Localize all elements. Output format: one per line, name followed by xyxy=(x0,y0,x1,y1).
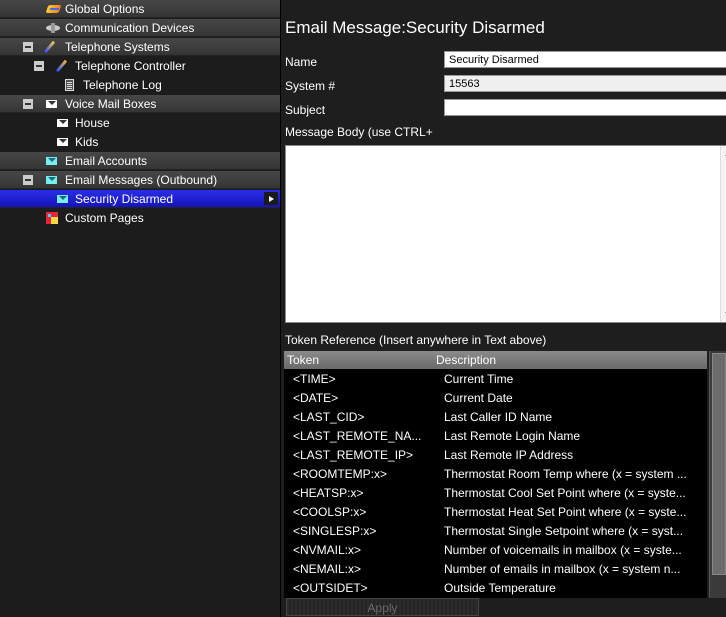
tree-item-security-disarmed[interactable]: Security Disarmed xyxy=(0,190,280,208)
table-row[interactable]: <DATE> Current Date xyxy=(284,389,707,408)
system-number-label: System # xyxy=(285,79,336,93)
name-label: Name xyxy=(285,55,318,69)
description-cell: Thermostat Single Setpoint where (x = sy… xyxy=(444,524,684,538)
envelope-icon xyxy=(46,176,57,184)
tree-item-email-accounts[interactable]: Email Accounts xyxy=(0,152,280,170)
navigation-tree: Global Options Communication Devices Tel… xyxy=(0,0,280,617)
table-row[interactable]: <LAST_REMOTE_IP> Last Remote IP Address xyxy=(284,446,707,465)
tree-item-global-options[interactable]: Global Options xyxy=(0,0,280,18)
table-row[interactable]: <HEATSP:x> Thermostat Cool Set Point whe… xyxy=(284,484,707,503)
description-cell: Current Date xyxy=(444,391,513,405)
tree-item-label: Security Disarmed xyxy=(75,192,174,206)
message-body-scrollbar[interactable] xyxy=(720,146,726,322)
tree-item-label: Global Options xyxy=(65,2,145,16)
telephone-icon xyxy=(55,60,67,72)
collapse-icon[interactable] xyxy=(23,175,33,185)
play-arrow-icon xyxy=(269,196,274,202)
tree-item-label: Telephone Log xyxy=(83,78,162,92)
envelope-icon xyxy=(57,195,68,203)
tree-item-label: Email Accounts xyxy=(65,154,148,168)
description-cell: Last Caller ID Name xyxy=(444,410,553,424)
description-cell: Last Remote IP Address xyxy=(444,448,574,462)
system-number-field[interactable]: 15563 xyxy=(444,75,726,92)
context-menu-button[interactable] xyxy=(264,192,278,205)
tree-item-label: Telephone Controller xyxy=(75,59,186,73)
table-row[interactable]: <OUTSIDET> Outside Temperature xyxy=(284,579,707,598)
token-cell: <SINGLESP:x> xyxy=(293,524,377,538)
token-table: Token Description <TIME> Current Time <D… xyxy=(284,351,707,598)
message-body-textarea[interactable] xyxy=(285,145,726,323)
collapse-icon[interactable] xyxy=(23,99,33,109)
token-reference-heading: Token Reference (Insert anywhere in Text… xyxy=(285,333,547,347)
tree-item-custom-pages[interactable]: Custom Pages xyxy=(0,209,280,227)
table-row[interactable]: <TIME> Current Time xyxy=(284,370,707,389)
telephone-icon xyxy=(43,41,55,53)
collapse-icon[interactable] xyxy=(34,61,44,71)
tree-item-telephone-systems[interactable]: Telephone Systems xyxy=(0,38,280,56)
collapse-icon[interactable] xyxy=(23,42,33,52)
token-cell: <LAST_CID> xyxy=(293,410,365,424)
name-field[interactable]: Security Disarmed xyxy=(444,51,726,68)
envelope-icon xyxy=(57,119,68,127)
table-row[interactable]: <LAST_CID> Last Caller ID Name xyxy=(284,408,707,427)
table-row[interactable]: <NVMAIL:x> Number of voicemails in mailb… xyxy=(284,541,707,560)
token-cell: <NEMAIL:x> xyxy=(293,562,362,576)
description-cell: Thermostat Room Temp where (x = system .… xyxy=(444,467,687,481)
description-cell: Last Remote Login Name xyxy=(444,429,581,443)
page-title: Email Message:Security Disarmed xyxy=(285,18,545,37)
tree-item-label: Custom Pages xyxy=(65,211,144,225)
message-body-label: Message Body (use CTRL+ xyxy=(285,125,433,139)
tree-item-label: Kids xyxy=(75,135,99,149)
description-cell: Number of voicemails in mailbox (x = sys… xyxy=(444,543,682,557)
token-cell: <COOLSP:x> xyxy=(293,505,367,519)
description-cell: Outside Temperature xyxy=(444,581,556,595)
description-cell: Number of emails in mailbox (x = system … xyxy=(444,562,681,576)
apply-button[interactable]: Apply xyxy=(286,598,479,616)
tree-item-kids[interactable]: Kids xyxy=(0,133,280,151)
token-cell: <DATE> xyxy=(293,391,339,405)
subject-label: Subject xyxy=(285,103,326,117)
tree-item-house[interactable]: House xyxy=(0,114,280,132)
token-cell: <HEATSP:x> xyxy=(293,486,364,500)
table-row[interactable]: <SINGLESP:x> Thermostat Single Setpoint … xyxy=(284,522,707,541)
tree-item-label: Voice Mail Boxes xyxy=(65,97,157,111)
token-cell: <NVMAIL:x> xyxy=(293,543,362,557)
token-cell: <TIME> xyxy=(293,372,336,386)
envelope-icon xyxy=(57,138,68,146)
tree-item-voice-mail-boxes[interactable]: Voice Mail Boxes xyxy=(0,95,280,113)
table-row[interactable]: <ROOMTEMP:x> Thermostat Room Temp where … xyxy=(284,465,707,484)
tree-item-communication-devices[interactable]: Communication Devices xyxy=(0,19,280,37)
tree-item-telephone-controller[interactable]: Telephone Controller xyxy=(0,57,280,75)
globe-icon xyxy=(47,3,60,15)
pages-icon xyxy=(46,212,58,224)
subject-field[interactable] xyxy=(444,99,726,116)
description-cell: Thermostat Cool Set Point where (x = sys… xyxy=(444,486,686,500)
token-table-scrollbar[interactable] xyxy=(709,351,726,598)
email-message-editor: Email Message:Security Disarmed Name Sec… xyxy=(280,0,726,617)
column-header-description[interactable]: Description xyxy=(436,353,496,367)
description-cell: Thermostat Heat Set Point where (x = sys… xyxy=(444,505,687,519)
table-row[interactable]: <COOLSP:x> Thermostat Heat Set Point whe… xyxy=(284,503,707,522)
tree-item-email-messages-outbound[interactable]: Email Messages (Outbound) xyxy=(0,171,280,189)
scrollbar-thumb[interactable] xyxy=(712,353,726,575)
token-table-header: Token Description xyxy=(284,351,707,369)
envelope-icon xyxy=(46,100,57,108)
tree-item-label: Email Messages (Outbound) xyxy=(65,173,218,187)
device-icon xyxy=(46,22,60,34)
token-cell: <OUTSIDET> xyxy=(293,581,368,595)
token-cell: <ROOMTEMP:x> xyxy=(293,467,388,481)
tree-item-label: Communication Devices xyxy=(65,21,195,35)
tree-item-telephone-log[interactable]: Telephone Log xyxy=(0,76,280,94)
table-row[interactable]: <NEMAIL:x> Number of emails in mailbox (… xyxy=(284,560,707,579)
token-cell: <LAST_REMOTE_NA... xyxy=(293,429,422,443)
tree-item-label: Telephone Systems xyxy=(65,40,170,54)
token-cell: <LAST_REMOTE_IP> xyxy=(293,448,414,462)
log-icon xyxy=(65,79,74,91)
column-header-token[interactable]: Token xyxy=(287,353,319,367)
tree-item-label: House xyxy=(75,116,110,130)
description-cell: Current Time xyxy=(444,372,514,386)
table-row[interactable]: <LAST_REMOTE_NA... Last Remote Login Nam… xyxy=(284,427,707,446)
envelope-icon xyxy=(46,157,57,165)
